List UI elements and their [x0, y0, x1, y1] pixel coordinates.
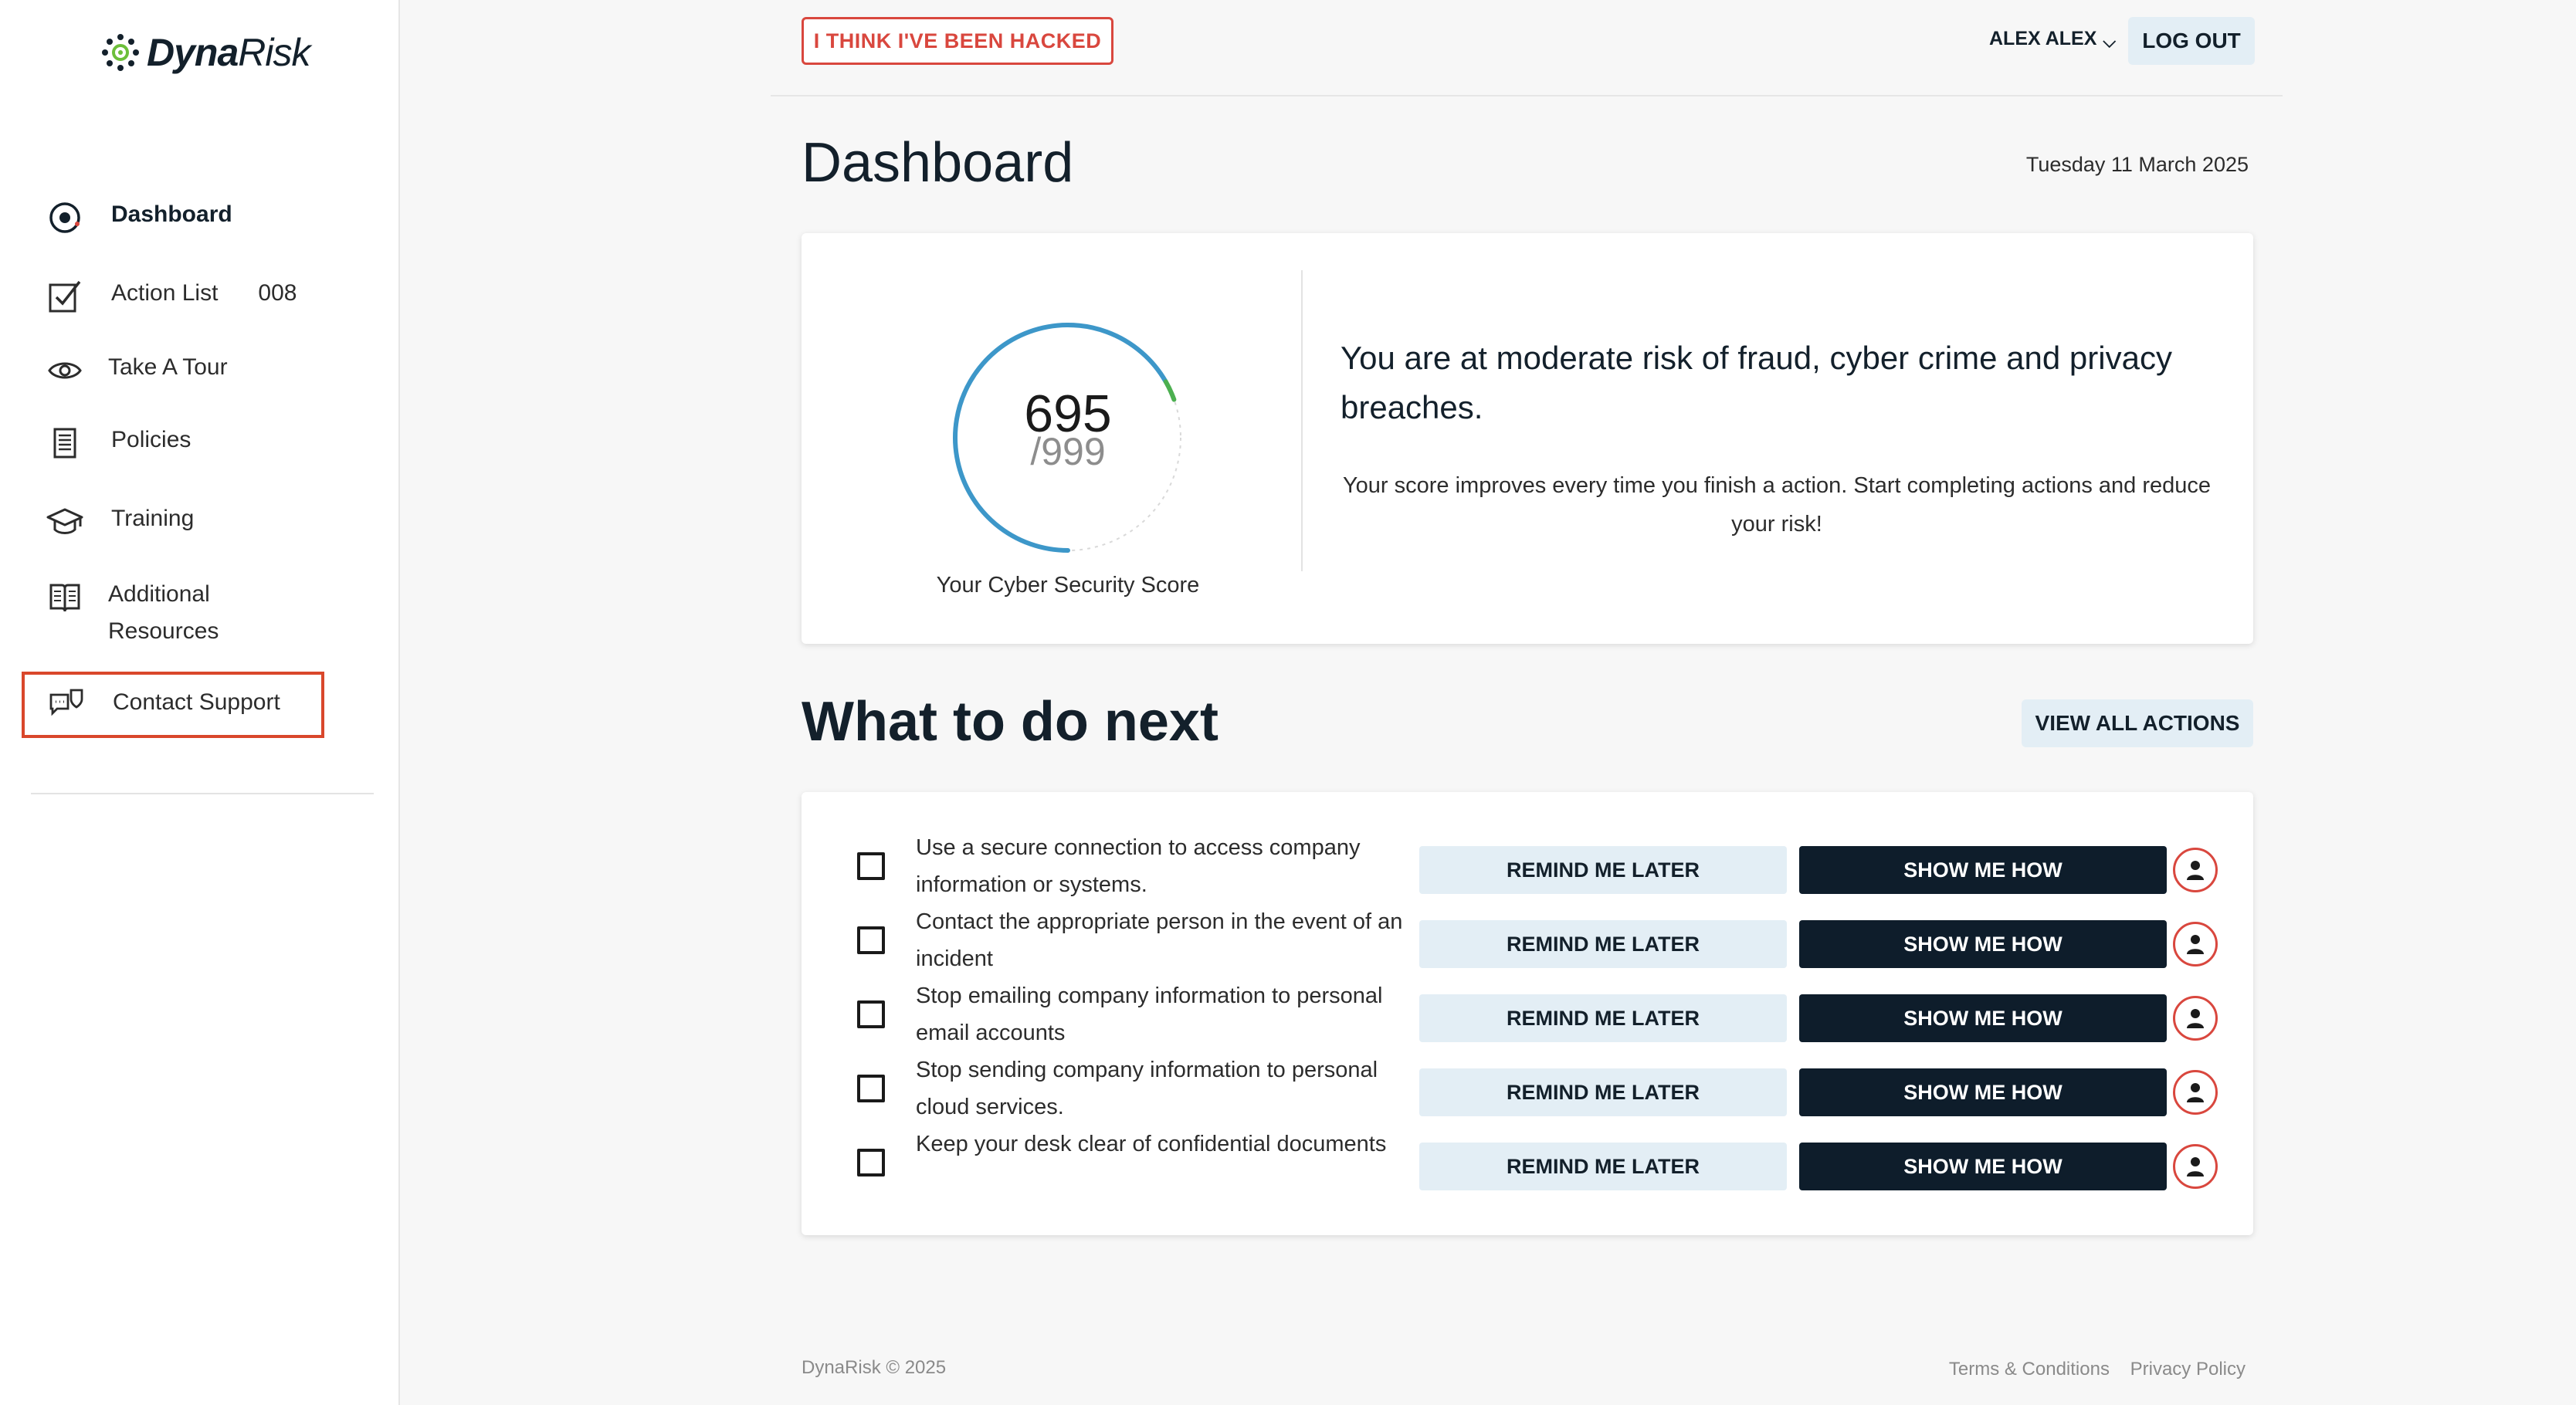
action-text: Stop sending company information to pers…: [916, 1058, 1378, 1119]
action-row: Stop sending company information to pers…: [802, 1051, 2253, 1126]
checklist-icon: [43, 275, 86, 318]
page-title: Dashboard: [802, 132, 1074, 194]
user-name: ALEX ALEX: [1989, 27, 2097, 49]
user-icon: [2187, 1009, 2204, 1028]
action-text: Use a secure connection to access compan…: [916, 835, 1361, 897]
show-me-how-button[interactable]: SHOW ME HOW: [1799, 846, 2167, 894]
sidebar-item-label-line2: Resources: [108, 618, 219, 644]
remind-me-later-button[interactable]: REMIND ME LATER: [1419, 920, 1787, 968]
been-hacked-button[interactable]: I THINK I'VE BEEN HACKED: [802, 17, 1113, 65]
action-text: Keep your desk clear of confidential doc…: [916, 1132, 1387, 1156]
eye-icon: [43, 349, 86, 392]
score-max: /999: [1030, 430, 1106, 473]
view-all-actions-button[interactable]: VIEW ALL ACTIONS: [2022, 699, 2253, 747]
remind-me-later-button[interactable]: REMIND ME LATER: [1419, 846, 1787, 894]
sidebar-item-action-list[interactable]: Action List 008: [43, 275, 297, 318]
sidebar-item-label: Contact Support: [113, 689, 280, 715]
sidebar-divider: [31, 793, 374, 794]
score-caption: Your Cyber Security Score: [936, 573, 1200, 598]
sidebar-item-dashboard[interactable]: Dashboard: [43, 196, 232, 239]
chat-support-icon: [45, 684, 88, 721]
user-icon: [2187, 1083, 2204, 1102]
graduation-cap-icon: [43, 500, 86, 543]
show-me-how-button[interactable]: SHOW ME HOW: [1799, 1068, 2167, 1116]
assign-user-button[interactable]: [2173, 922, 2218, 967]
assign-user-button[interactable]: [2173, 848, 2218, 892]
sidebar-item-label-group: Additional Resources: [108, 576, 219, 650]
terms-link[interactable]: Terms & Conditions: [1949, 1359, 2110, 1380]
section-title: What to do next: [802, 691, 1219, 753]
sidebar-item-label: Additional: [108, 581, 210, 607]
book-icon: [43, 576, 86, 619]
dashboard-icon: [43, 196, 86, 239]
sidebar-item-label: Action List: [111, 280, 219, 306]
action-count-badge: 008: [258, 280, 297, 306]
assign-user-button[interactable]: [2173, 996, 2218, 1041]
action-row: Use a secure connection to access compan…: [802, 829, 2253, 903]
action-checkbox[interactable]: [857, 1075, 885, 1102]
sidebar-item-take-a-tour[interactable]: Take A Tour: [43, 349, 228, 392]
brand-name: DynaRisk: [147, 30, 310, 75]
remind-me-later-button[interactable]: REMIND ME LATER: [1419, 994, 1787, 1042]
action-checkbox[interactable]: [857, 852, 885, 880]
brand-name-light: Risk: [238, 31, 310, 74]
actions-card: Use a secure connection to access compan…: [802, 792, 2253, 1235]
action-row: Contact the appropriate person in the ev…: [802, 903, 2253, 977]
privacy-link[interactable]: Privacy Policy: [2130, 1359, 2246, 1380]
logo-icon: [102, 34, 139, 71]
score-card: 695 /999 Your Cyber Security Score You a…: [802, 233, 2253, 644]
user-icon: [2187, 861, 2204, 880]
assign-user-button[interactable]: [2173, 1144, 2218, 1189]
user-icon: [2187, 1157, 2204, 1176]
action-text: Contact the appropriate person in the ev…: [916, 909, 1403, 971]
action-row: Keep your desk clear of confidential doc…: [802, 1126, 2253, 1200]
footer-copyright: DynaRisk © 2025: [802, 1357, 947, 1378]
logout-button[interactable]: LOG OUT: [2128, 17, 2255, 65]
top-divider: [771, 95, 2283, 96]
page-date: Tuesday 11 March 2025: [2025, 153, 2249, 176]
remind-me-later-button[interactable]: REMIND ME LATER: [1419, 1143, 1787, 1190]
action-checkbox[interactable]: [857, 1149, 885, 1176]
action-checkbox[interactable]: [857, 926, 885, 954]
sidebar-item-label: Take A Tour: [108, 354, 228, 380]
action-row: Stop emailing company information to per…: [802, 977, 2253, 1051]
chevron-down-icon: ⌵: [2103, 32, 2117, 51]
risk-title: You are at moderate risk of fraud, cyber…: [1341, 340, 2172, 425]
risk-body: Your score improves every time you finis…: [1342, 473, 2212, 537]
user-menu[interactable]: ALEX ALEX ⌵: [1989, 23, 2116, 54]
sidebar-item-policies[interactable]: Policies: [43, 422, 191, 465]
sidebar-item-additional-resources[interactable]: Additional Resources: [43, 576, 219, 650]
brand-name-bold: Dyna: [147, 31, 239, 74]
brand-logo[interactable]: DynaRisk: [100, 31, 310, 74]
show-me-how-button[interactable]: SHOW ME HOW: [1799, 994, 2167, 1042]
user-icon: [2187, 935, 2204, 954]
sidebar-item-label: Policies: [111, 427, 192, 452]
show-me-how-button[interactable]: SHOW ME HOW: [1799, 920, 2167, 968]
card-divider: [1301, 270, 1303, 571]
app-root: DynaRisk Dashboard Action List 008 Take …: [0, 0, 2576, 1405]
sidebar-item-label: Training: [111, 506, 195, 531]
sidebar-item-training[interactable]: Training: [43, 500, 194, 543]
sidebar-item-contact-support[interactable]: Contact Support: [22, 672, 324, 738]
document-icon: [43, 422, 86, 465]
footer-links: Terms & Conditions Privacy Policy: [1930, 1359, 2246, 1380]
remind-me-later-button[interactable]: REMIND ME LATER: [1419, 1068, 1787, 1116]
show-me-how-button[interactable]: SHOW ME HOW: [1799, 1143, 2167, 1190]
sidebar: DynaRisk Dashboard Action List 008 Take …: [0, 0, 400, 1405]
action-checkbox[interactable]: [857, 1000, 885, 1028]
action-text: Stop emailing company information to per…: [916, 984, 1383, 1045]
sidebar-item-label: Dashboard: [111, 201, 232, 227]
assign-user-button[interactable]: [2173, 1070, 2218, 1115]
